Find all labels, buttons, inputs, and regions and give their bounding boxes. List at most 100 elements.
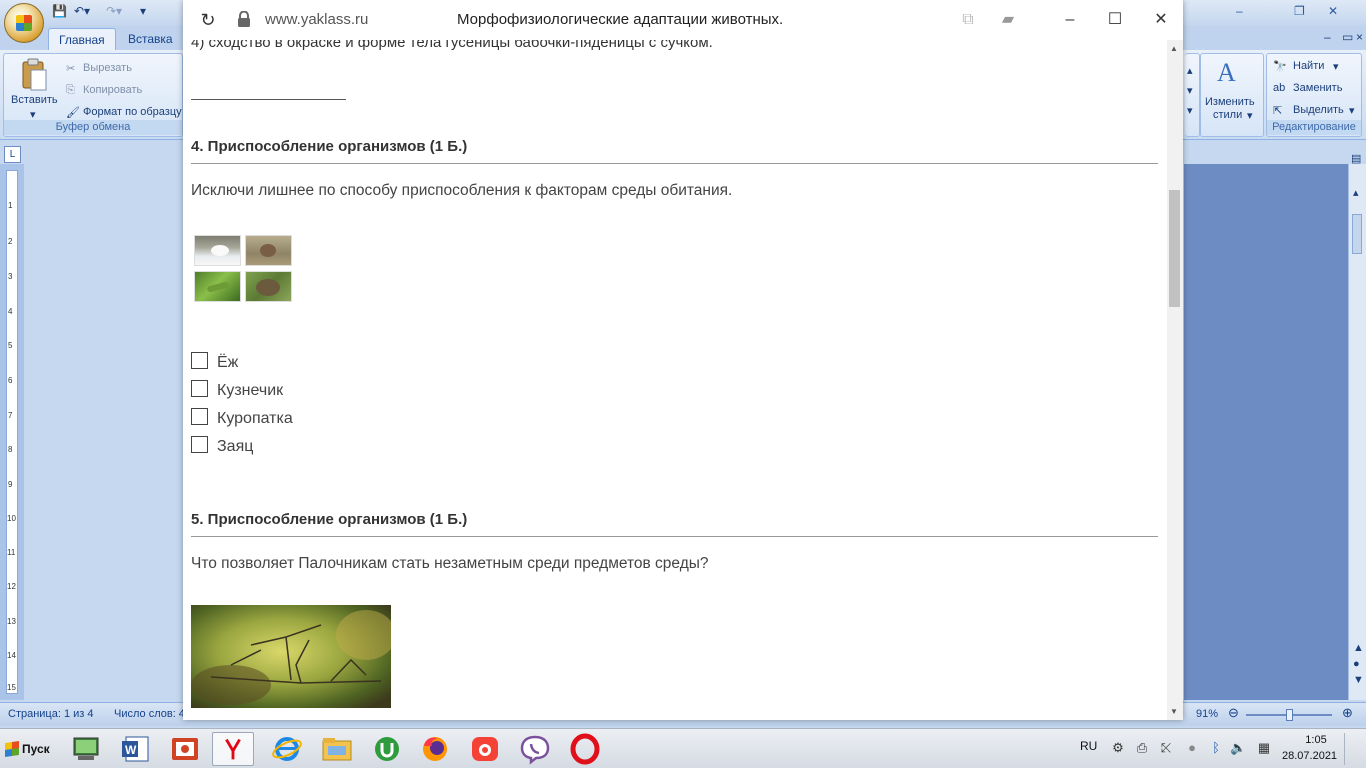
checkbox[interactable] — [191, 408, 208, 425]
lock-icon[interactable] — [237, 11, 251, 27]
ruler-mark: 12 — [7, 582, 16, 591]
checkbox[interactable] — [191, 352, 208, 369]
select-button[interactable]: Выделить — [1293, 104, 1344, 116]
ruler-tab-selector[interactable]: L — [4, 146, 21, 163]
chat-icon[interactable]: ▰ — [997, 9, 1019, 31]
ruler-mark: 3 — [8, 272, 13, 281]
redo-icon[interactable]: ↷▾ — [106, 4, 122, 18]
zoom-level[interactable]: 91% — [1196, 708, 1218, 720]
option-label: Ёж — [217, 354, 239, 371]
close-icon[interactable]: ✕ — [1328, 4, 1338, 18]
partridge-photo[interactable] — [245, 235, 292, 266]
network-icon[interactable]: ⚙ — [1110, 740, 1126, 756]
question-5-header: 5. Приспособление организмов (1 Б.) — [191, 511, 468, 528]
status-page[interactable]: Страница: 1 из 4 — [8, 708, 94, 720]
office-button[interactable] — [4, 3, 44, 43]
utorrent-app-icon[interactable] — [366, 732, 408, 766]
word-app-icon[interactable]: W — [116, 732, 158, 766]
select-browse-object-icon[interactable]: ● — [1353, 658, 1360, 670]
no-connection-icon[interactable]: ⤪ — [1158, 740, 1174, 756]
word-vertical-scrollbar[interactable]: ▤ ▴ ▲ ● ▼ — [1348, 153, 1366, 700]
zoom-in-icon[interactable]: ⊕ — [1342, 705, 1353, 721]
powerpoint-app-icon[interactable] — [164, 732, 206, 766]
copy-button[interactable]: Копировать — [83, 84, 142, 96]
restore-icon[interactable]: ❐ — [1294, 4, 1305, 18]
reload-icon[interactable]: ↻ — [197, 9, 219, 31]
minimize-ribbon-icon[interactable]: – — [1324, 30, 1331, 44]
device-icon[interactable]: ⎙ — [1134, 740, 1150, 756]
gallery-down-icon[interactable]: ▾ — [1187, 84, 1193, 97]
scroll-up-icon[interactable]: ▲ — [1170, 44, 1178, 53]
ruler-toggle-icon[interactable]: ▤ — [1351, 152, 1361, 165]
word-scroll-thumb[interactable] — [1352, 214, 1362, 254]
minimize-icon[interactable]: – — [1236, 4, 1243, 18]
computer-app-icon[interactable] — [66, 732, 108, 766]
undo-icon[interactable]: ↶▾ — [74, 4, 90, 18]
answer-line — [191, 99, 346, 100]
select-dropdown-icon[interactable]: ▾ — [1349, 104, 1355, 117]
ruler-mark: 7 — [8, 411, 13, 420]
hedgehog-photo[interactable] — [245, 271, 292, 302]
ie-app-icon[interactable] — [266, 732, 308, 766]
grasshopper-photo[interactable] — [194, 271, 241, 302]
tab-insert[interactable]: Вставка — [118, 28, 183, 50]
change-styles-group[interactable]: A Изменить стили ▾ — [1200, 53, 1264, 137]
stick-insect-photo[interactable] — [191, 605, 391, 708]
customize-qat-icon[interactable]: ▾ — [140, 4, 146, 18]
hare-photo[interactable] — [194, 235, 241, 266]
save-icon[interactable]: 💾 — [52, 4, 67, 18]
show-desktop-button[interactable] — [1344, 733, 1364, 765]
volume-icon[interactable]: 🔈 — [1230, 740, 1246, 756]
zoom-out-icon[interactable]: ⊖ — [1228, 705, 1239, 721]
checkbox[interactable] — [191, 436, 208, 453]
find-icon: 🔭 — [1273, 61, 1287, 73]
paste-button[interactable]: Вставить — [11, 94, 58, 106]
status-words[interactable]: Число слов: 4 — [114, 708, 185, 720]
cut-icon: ✂ — [66, 63, 76, 75]
zoom-slider-thumb[interactable] — [1286, 709, 1293, 721]
tray-expand-icon[interactable]: ▦ — [1256, 740, 1272, 756]
browser-scroll-thumb[interactable] — [1169, 190, 1180, 307]
restore-doc-icon[interactable]: ▭ — [1342, 30, 1353, 44]
page-content: 4) сходство в окраске и форме тела гусен… — [183, 40, 1167, 720]
scroll-down-icon[interactable]: ▼ — [1170, 707, 1178, 716]
language-indicator[interactable]: RU — [1080, 739, 1097, 753]
address-bar-url[interactable]: www.yaklass.ru — [265, 11, 368, 28]
sync-icon[interactable]: ● — [1184, 740, 1200, 756]
gallery-more-icon[interactable]: ▾ — [1187, 104, 1193, 117]
tabs-icon[interactable]: ⧉ — [957, 9, 979, 31]
ruler-mark: 10 — [7, 514, 16, 523]
screencast-app-icon[interactable] — [464, 732, 506, 766]
gallery-up-icon[interactable]: ▴ — [1187, 64, 1193, 77]
styles-gallery-scroll[interactable]: ▴ ▾ ▾ — [1185, 53, 1200, 137]
change-styles-dropdown-icon[interactable]: ▾ — [1247, 109, 1253, 122]
zoom-slider[interactable] — [1246, 709, 1332, 721]
clock-date[interactable]: 28.07.2021 — [1282, 750, 1337, 762]
editing-group: 🔭 Найти ▾ ab Заменить ⇱ Выделить ▾ Редак… — [1266, 53, 1362, 137]
ruler-mark: 11 — [7, 548, 16, 557]
yandex-app-icon[interactable] — [212, 732, 254, 766]
find-button[interactable]: Найти — [1293, 60, 1324, 72]
maximize-icon[interactable]: ☐ — [1104, 9, 1126, 31]
start-button[interactable]: Пуск — [2, 735, 56, 763]
format-painter-button[interactable]: Формат по образцу — [83, 106, 182, 118]
checkbox[interactable] — [191, 380, 208, 397]
browser-scrollbar[interactable]: ▲ ▼ — [1167, 40, 1183, 720]
cut-button[interactable]: Вырезать — [83, 62, 132, 74]
find-dropdown-icon[interactable]: ▾ — [1333, 60, 1339, 73]
close-doc-icon[interactable]: × — [1356, 30, 1363, 44]
tab-home[interactable]: Главная — [48, 28, 116, 50]
close-icon[interactable]: ✕ — [1150, 9, 1172, 31]
explorer-app-icon[interactable] — [316, 732, 358, 766]
scroll-up-icon[interactable]: ▴ — [1353, 186, 1359, 199]
prev-page-icon[interactable]: ▲ — [1353, 642, 1364, 654]
firefox-app-icon[interactable] — [414, 732, 456, 766]
minimize-icon[interactable]: – — [1059, 9, 1081, 31]
bluetooth-icon[interactable]: ᛒ — [1208, 740, 1224, 756]
ruler-mark: 13 — [7, 617, 16, 626]
next-page-icon[interactable]: ▼ — [1353, 674, 1364, 686]
viber-app-icon[interactable] — [514, 732, 556, 766]
clock-time[interactable]: 1:05 — [1296, 734, 1336, 746]
replace-button[interactable]: Заменить — [1293, 82, 1342, 94]
opera-app-icon[interactable] — [564, 732, 606, 766]
